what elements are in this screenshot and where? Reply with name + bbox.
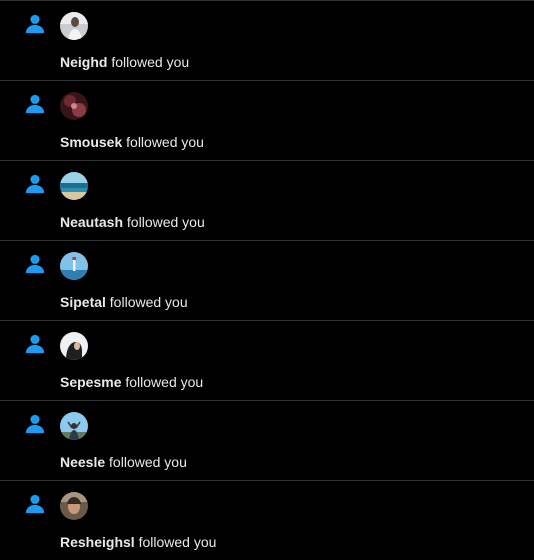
username-link[interactable]: Neighd bbox=[60, 54, 107, 70]
notification-item[interactable]: Neautash followed you bbox=[0, 160, 534, 240]
notification-text: Sipetal followed you bbox=[60, 293, 188, 311]
notification-text: Smousek followed you bbox=[60, 133, 204, 151]
username-link[interactable]: Sipetal bbox=[60, 294, 106, 310]
user-avatar[interactable] bbox=[60, 12, 88, 40]
notification-text: Neighd followed you bbox=[60, 53, 189, 71]
action-text: followed you bbox=[125, 374, 204, 390]
action-text: followed you bbox=[111, 54, 190, 70]
person-icon bbox=[25, 414, 45, 434]
user-avatar[interactable] bbox=[60, 412, 88, 440]
notification-text: Sepesme followed you bbox=[60, 373, 203, 391]
user-avatar[interactable] bbox=[60, 92, 88, 120]
user-avatar[interactable] bbox=[60, 332, 88, 360]
action-text: followed you bbox=[126, 134, 204, 150]
user-avatar[interactable] bbox=[60, 172, 88, 200]
notification-item[interactable]: Neighd followed you bbox=[0, 0, 534, 80]
action-text: followed you bbox=[138, 534, 217, 550]
username-link[interactable]: Resheighsl bbox=[60, 534, 135, 550]
notification-item[interactable]: Smousek followed you bbox=[0, 80, 534, 160]
username-link[interactable]: Neesle bbox=[60, 454, 105, 470]
username-link[interactable]: Neautash bbox=[60, 214, 123, 230]
action-text: followed you bbox=[109, 294, 188, 310]
notification-text: Resheighsl followed you bbox=[60, 533, 216, 551]
user-avatar[interactable] bbox=[60, 252, 88, 280]
action-text: followed you bbox=[126, 214, 205, 230]
person-icon bbox=[25, 94, 45, 114]
person-icon bbox=[25, 494, 45, 514]
notification-item[interactable]: Resheighsl followed you bbox=[0, 480, 534, 560]
action-text: followed you bbox=[109, 454, 187, 470]
person-icon bbox=[25, 14, 45, 34]
username-link[interactable]: Sepesme bbox=[60, 374, 121, 390]
notification-text: Neesle followed you bbox=[60, 453, 187, 471]
person-icon bbox=[25, 334, 45, 354]
notification-item[interactable]: Sipetal followed you bbox=[0, 240, 534, 320]
notification-item[interactable]: Sepesme followed you bbox=[0, 320, 534, 400]
notifications-feed: Neighd followed you Smousek followed you bbox=[0, 0, 534, 560]
person-icon bbox=[25, 254, 45, 274]
person-icon bbox=[25, 174, 45, 194]
user-avatar[interactable] bbox=[60, 492, 88, 520]
notification-item[interactable]: Neesle followed you bbox=[0, 400, 534, 480]
username-link[interactable]: Smousek bbox=[60, 134, 122, 150]
notification-text: Neautash followed you bbox=[60, 213, 205, 231]
